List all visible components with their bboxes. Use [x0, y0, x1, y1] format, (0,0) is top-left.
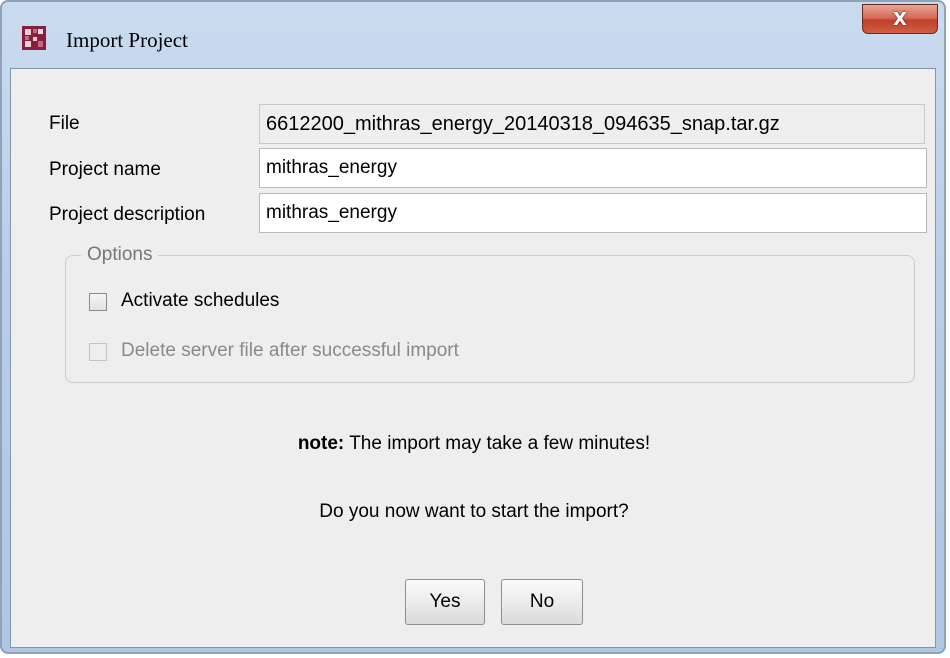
- file-label: File: [49, 113, 80, 134]
- project-description-input[interactable]: mithras_energy: [259, 193, 927, 233]
- note-prefix: note:: [297, 433, 345, 454]
- project-description-label: Project description: [49, 204, 206, 225]
- project-name-label: Project name: [49, 159, 161, 180]
- close-button[interactable]: X: [862, 4, 938, 34]
- dialog-content: File 6612200_mithras_energy_20140318_094…: [10, 68, 936, 648]
- options-group: [65, 255, 915, 383]
- no-button[interactable]: No: [501, 579, 583, 625]
- activate-schedules-checkbox[interactable]: [89, 293, 107, 311]
- project-name-input[interactable]: mithras_energy: [259, 148, 927, 188]
- confirmation-question: Do you now want to start the import?: [319, 501, 629, 522]
- window-title: Import Project: [66, 28, 188, 52]
- delete-server-file-checkbox: [89, 343, 107, 361]
- import-note: note: The import may take a few minutes!: [11, 433, 937, 455]
- import-project-dialog: Import Project X File 6612200_mithras_en…: [0, 0, 946, 654]
- delete-server-file-label: Delete server file after successful impo…: [121, 340, 459, 361]
- file-field: 6612200_mithras_energy_20140318_094635_s…: [259, 104, 925, 144]
- close-icon: X: [893, 8, 907, 30]
- yes-button[interactable]: Yes: [405, 579, 485, 625]
- note-text: The import may take a few minutes!: [344, 433, 651, 454]
- options-legend: Options: [81, 244, 159, 266]
- firstspirit-logo-icon: [22, 26, 46, 50]
- activate-schedules-label[interactable]: Activate schedules: [121, 290, 279, 312]
